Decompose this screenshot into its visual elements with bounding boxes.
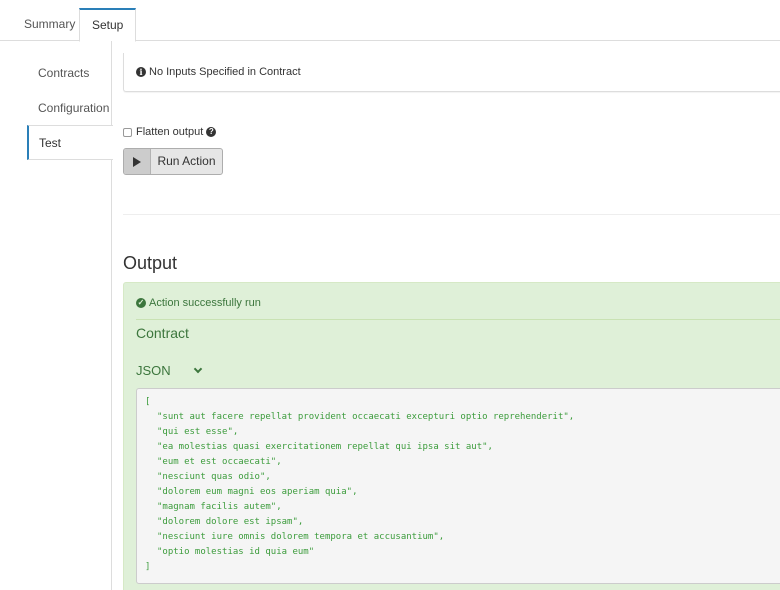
inputs-message: i No Inputs Specified in Contract (136, 66, 301, 78)
play-icon (133, 156, 141, 167)
tab-bar: Summary Setup (0, 0, 780, 42)
flatten-output-checkbox[interactable] (123, 127, 132, 137)
json-line: "nesciunt iure omnis dolorem tempora et … (157, 532, 445, 542)
run-action-button[interactable]: Run Action (123, 148, 223, 175)
play-icon-box (124, 149, 151, 174)
json-line: "dolorem eum magni eos aperiam quia", (157, 487, 358, 497)
json-line: "nesciunt quas odio", (157, 472, 271, 482)
json-line: "sunt aut facere repellat provident occa… (157, 412, 575, 422)
json-open-bracket: [ (145, 397, 151, 407)
sidebar-item-test[interactable]: Test (27, 125, 113, 160)
check-circle-icon: ✓ (136, 298, 146, 308)
help-icon[interactable]: ? (206, 127, 217, 137)
json-toggle[interactable]: JSON (136, 363, 202, 378)
json-line: "optio molestias id quia eum" (157, 547, 315, 557)
run-action-label: Run Action (157, 154, 216, 168)
tab-summary[interactable]: Summary (12, 8, 87, 41)
json-line: "qui est esse", (157, 427, 239, 437)
sidebar: Contracts Configuration Test (12, 41, 113, 590)
flatten-output-label: Flatten output (136, 126, 204, 138)
contract-heading: Contract (136, 325, 189, 341)
info-icon: i (136, 67, 146, 77)
json-line: "ea molestias quasi exercitationem repel… (157, 442, 493, 452)
tab-setup[interactable]: Setup (79, 8, 137, 42)
sidebar-item-configuration[interactable]: Configuration (27, 91, 112, 126)
output-title: Output (123, 253, 178, 273)
json-line: "magnam facilis autem", (157, 502, 282, 512)
section-divider (123, 214, 780, 215)
alert-divider (136, 319, 780, 320)
success-alert: ✓ Action successfully run Contract JSON … (123, 282, 780, 590)
json-close-bracket: ] (145, 562, 151, 572)
chevron-down-icon (193, 364, 202, 373)
json-line: "eum et est occaecati", (157, 457, 282, 467)
status-message: ✓ Action successfully run (136, 297, 261, 309)
flatten-output-option[interactable]: Flatten output ? (123, 126, 217, 138)
json-line: "dolorem dolore est ipsam", (157, 517, 304, 527)
inputs-panel: i No Inputs Specified in Contract (123, 53, 780, 92)
json-toggle-label: JSON (136, 363, 171, 378)
json-output: [ "sunt aut facere repellat provident occ… (136, 388, 780, 584)
status-text: Action successfully run (149, 297, 261, 309)
sidebar-item-contracts[interactable]: Contracts (27, 56, 112, 91)
inputs-message-text: No Inputs Specified in Contract (149, 66, 301, 78)
